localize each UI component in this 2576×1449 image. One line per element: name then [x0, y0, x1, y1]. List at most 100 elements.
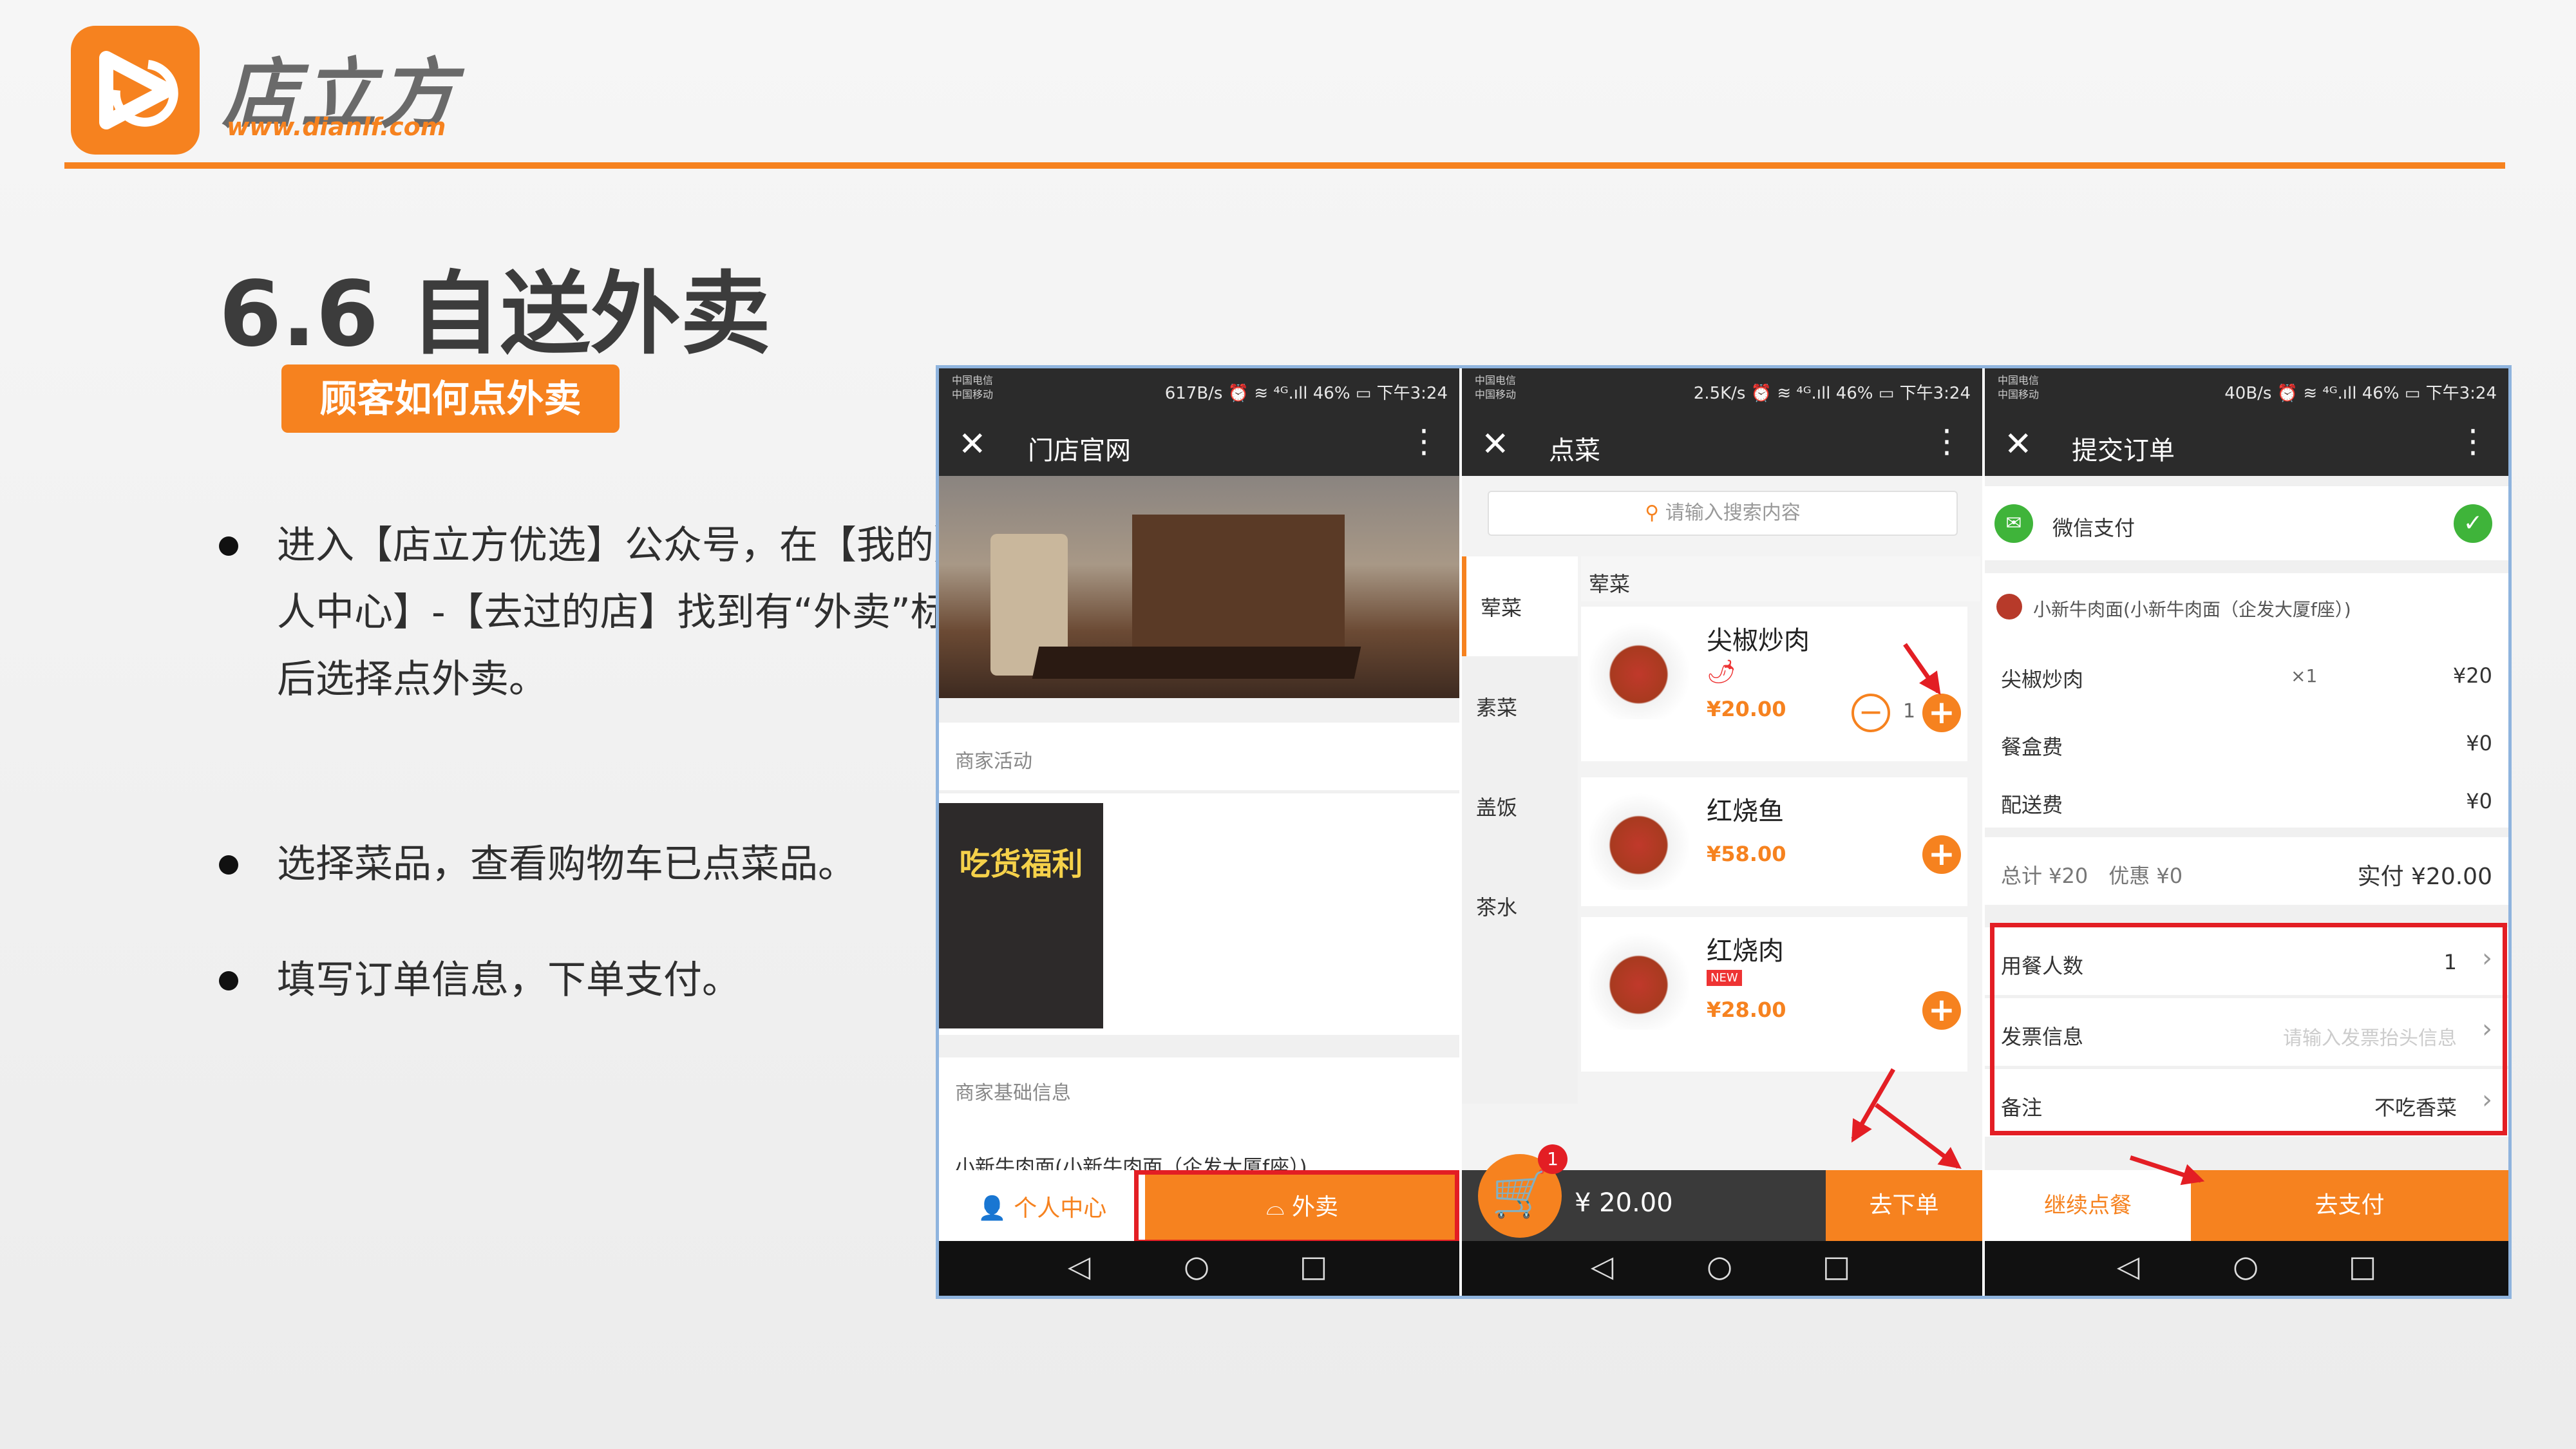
shelf-shape	[1132, 515, 1345, 663]
payment-method-label: 微信支付	[2052, 516, 2136, 540]
status-indicators: 617B/s ⏰ ≋ ⁴ᴳ.ıll 46% ▭ 下午3:24	[1164, 384, 1448, 403]
phone-store-site: 中国电信 中国移动 617B/s ⏰ ≋ ⁴ᴳ.ıll 46% ▭ 下午3:24…	[939, 368, 1459, 1296]
status-bar: 中国电信 中国移动 617B/s ⏰ ≋ ⁴ᴳ.ıll 46% ▭ 下午3:24	[939, 368, 1459, 413]
pay-button[interactable]: 去支付	[2191, 1170, 2508, 1241]
recents-icon[interactable]: □	[1300, 1249, 1327, 1283]
activity-section: 商家活动	[939, 723, 1459, 790]
carrier-text: 中国电信 中国移动	[1998, 374, 2040, 401]
status-bar: 中国电信 中国移动 40B/s ⏰ ≋ ⁴ᴳ.ıll 46% ▭ 下午3:24	[1985, 368, 2508, 413]
phone-menu: 中国电信 中国移动 2.5K/s ⏰ ≋ ⁴ᴳ.ıll 46% ▭ 下午3:24…	[1462, 368, 1982, 1296]
table-shape	[1032, 647, 1361, 679]
status-bar: 中国电信 中国移动 2.5K/s ⏰ ≋ ⁴ᴳ.ıll 46% ▭ 下午3:24	[1462, 368, 1982, 413]
bullet-dot	[219, 971, 238, 990]
personal-center-button[interactable]: 👤 个人中心	[978, 1189, 1106, 1223]
chili-icon: 🌶	[1707, 659, 1736, 685]
close-icon[interactable]: ✕	[1481, 425, 1510, 464]
search-input[interactable]: ⚲ 请输入搜索内容	[1488, 491, 1958, 536]
add-button[interactable]: +	[1922, 835, 1961, 874]
place-order-button[interactable]: 去下单	[1826, 1170, 1982, 1241]
more-icon[interactable]: ⋮	[2457, 422, 2489, 460]
user-icon: 👤	[978, 1195, 1007, 1222]
dish-item[interactable]: 红烧鱼 ¥58.00 +	[1581, 777, 1967, 906]
category-sidebar: 荤菜 素菜 盖饭 茶水	[1462, 556, 1578, 1104]
back-icon[interactable]: ◁	[2117, 1249, 2139, 1283]
store-photo	[939, 476, 1459, 698]
dish-item[interactable]: 红烧肉 NEW ¥28.00 +	[1581, 917, 1967, 1072]
item-name: 尖椒炒肉	[2001, 667, 2084, 692]
summary-total: 总计 ¥20 优惠 ¥0	[2001, 864, 2183, 888]
brand-url: www.dianlf.com	[227, 113, 446, 141]
bullet-dot	[219, 855, 238, 875]
phone-submit-order: 中国电信 中国移动 40B/s ⏰ ≋ ⁴ᴳ.ıll 46% ▭ 下午3:24 …	[1985, 368, 2508, 1296]
wechat-icon: ✉	[1994, 504, 2033, 543]
nav-bar: ✕ 提交订单 ⋮	[1985, 413, 2508, 476]
bullet-dot	[219, 536, 238, 556]
home-icon[interactable]: ○	[1184, 1249, 1209, 1283]
nav-bar: ✕ 点菜 ⋮	[1462, 413, 1982, 476]
section-label: 商家基础信息	[955, 1082, 1071, 1104]
add-button[interactable]: +	[1922, 694, 1961, 732]
more-icon[interactable]: ⋮	[1931, 422, 1963, 460]
cart-icon: 🛒	[1492, 1168, 1548, 1220]
group-header: 荤菜	[1581, 556, 1980, 601]
cart-count-badge: 1	[1538, 1144, 1567, 1174]
section-label: 商家活动	[955, 750, 1032, 773]
status-indicators: 40B/s ⏰ ≋ ⁴ᴳ.ıll 46% ▭ 下午3:24	[2224, 384, 2497, 403]
home-icon[interactable]: ○	[2233, 1249, 2259, 1283]
poster-title: 吃货福利	[959, 846, 1083, 882]
bottom-bar: 继续点餐 去支付	[1985, 1170, 2508, 1241]
dish-image	[1589, 930, 1689, 1030]
box-fee-value: ¥0	[2466, 731, 2492, 755]
shop-avatar	[1996, 594, 2022, 620]
dish-price: ¥20.00	[1707, 697, 1786, 721]
bottom-bar: 👤 个人中心 ⌓ 外卖	[939, 1170, 1459, 1244]
play-icon	[99, 51, 178, 129]
brand-logo	[71, 26, 200, 155]
close-icon[interactable]: ✕	[2004, 425, 2032, 464]
recents-icon[interactable]: □	[1823, 1249, 1850, 1283]
dish-image	[1589, 790, 1689, 890]
screenshots-frame: 中国电信 中国移动 617B/s ⏰ ≋ ⁴ᴳ.ıll 46% ▭ 下午3:24…	[936, 365, 2512, 1299]
search-placeholder: 请输入搜索内容	[1665, 502, 1801, 524]
carrier-text: 中国电信 中国移动	[952, 374, 994, 401]
dish-price: ¥28.00	[1707, 998, 1786, 1022]
back-icon[interactable]: ◁	[1068, 1249, 1090, 1283]
category-item[interactable]: 盖饭	[1476, 791, 1517, 821]
category-item[interactable]: 荤菜	[1462, 556, 1578, 656]
close-icon[interactable]: ✕	[958, 425, 987, 464]
item-qty: ×1	[2291, 665, 2318, 687]
slide-title: 6.6 自送外卖	[219, 262, 771, 367]
payment-method-row[interactable]: ✉ 微信支付 ✓	[1985, 486, 2508, 560]
status-indicators: 2.5K/s ⏰ ≋ ⁴ᴳ.ıll 46% ▭ 下午3:24	[1693, 384, 1971, 403]
activity-list: 吃货福利	[939, 793, 1459, 1035]
order-items-card: 小新牛肉面(小新牛肉面（企发大厦f座）) 尖椒炒肉 ×1 ¥20 餐盒费 ¥0	[1985, 573, 2508, 782]
category-item[interactable]: 茶水	[1476, 891, 1517, 921]
new-badge: NEW	[1707, 970, 1742, 986]
nav-bar: ✕ 门店官网 ⋮	[939, 413, 1459, 476]
more-icon[interactable]: ⋮	[1408, 422, 1440, 460]
box-fee-label: 餐盒费	[2001, 735, 2063, 759]
dish-name: 红烧鱼	[1707, 797, 1784, 826]
delivery-fee-label: 配送费	[2001, 793, 2063, 817]
item-price: ¥20	[2452, 663, 2492, 688]
android-nav-bar: ◁ ○ □	[939, 1241, 1459, 1296]
home-icon[interactable]: ○	[1707, 1249, 1732, 1283]
personal-center-label: 个人中心	[1014, 1195, 1107, 1222]
nav-title: 提交订单	[2072, 436, 2175, 466]
check-icon: ✓	[2454, 504, 2492, 543]
category-item[interactable]: 素菜	[1476, 692, 1517, 721]
quantity-value: 1	[1903, 700, 1916, 723]
header-divider	[64, 162, 2505, 169]
highlight-box	[1990, 923, 2507, 1135]
order-summary-row: 总计 ¥20 优惠 ¥0 实付 ¥20.00	[1985, 837, 2508, 905]
dish-item[interactable]: 尖椒炒肉 🌶 ¥20.00 − 1 +	[1581, 607, 1967, 761]
back-icon[interactable]: ◁	[1591, 1249, 1613, 1283]
continue-ordering-button[interactable]: 继续点餐	[1985, 1170, 2191, 1241]
add-button[interactable]: +	[1922, 991, 1961, 1030]
minus-button[interactable]: −	[1852, 694, 1890, 732]
delivery-fee-row: 配送费 ¥0	[1985, 782, 2508, 828]
dish-name: 红烧肉	[1707, 936, 1784, 966]
nav-title: 门店官网	[1028, 436, 1131, 466]
recents-icon[interactable]: □	[2349, 1249, 2376, 1283]
promo-poster[interactable]: 吃货福利	[939, 803, 1103, 1028]
